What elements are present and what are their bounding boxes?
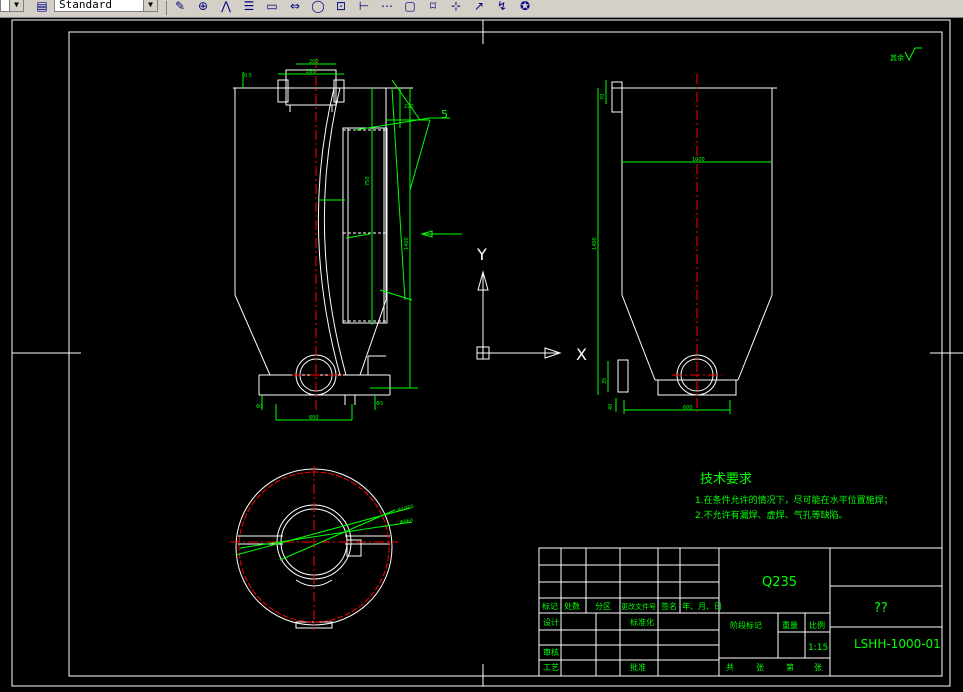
svg-text:40: 40 bbox=[608, 404, 614, 410]
hdr-count: 处数 bbox=[564, 601, 580, 611]
chevron-down-icon[interactable]: ▼ bbox=[9, 0, 23, 11]
tech-req-line1: 1.在条件允许的情况下，尽可能在水平位置施焊； bbox=[695, 494, 893, 506]
svg-text:750: 750 bbox=[365, 176, 371, 186]
title-block-scale: 1:15 bbox=[808, 643, 828, 653]
tolerance-icon[interactable]: ▢ bbox=[402, 0, 418, 14]
svg-text:600: 600 bbox=[683, 405, 693, 411]
label-sheets-total: 共 bbox=[726, 663, 734, 672]
roughness-symbol-icon bbox=[904, 47, 922, 62]
label-sheet-unit: 张 bbox=[814, 663, 822, 672]
hdr-zone: 分区 bbox=[595, 602, 611, 611]
text-style-value: Standard bbox=[59, 0, 112, 11]
label-standardize: 标准化 bbox=[630, 617, 654, 627]
roughness-note: 其余 bbox=[890, 53, 904, 62]
ucs-y-label: Y bbox=[476, 245, 487, 264]
svg-text:70: 70 bbox=[600, 94, 606, 100]
label-process: 工艺 bbox=[543, 663, 559, 672]
plan-view-centerlines bbox=[230, 466, 398, 630]
label-sheet-no: 第 bbox=[786, 662, 794, 672]
dimension-center-icon[interactable]: ◯ bbox=[310, 0, 326, 14]
dimension-aligned-icon[interactable]: ⊕ bbox=[195, 0, 211, 14]
note-5-label: 5 bbox=[441, 108, 448, 121]
dimension-edit-icon[interactable]: ⊹ bbox=[448, 0, 464, 14]
title-block-name: ?? bbox=[874, 601, 888, 616]
dimension-baseline-icon[interactable]: ▭ bbox=[264, 0, 280, 14]
svg-text:Φ1000: Φ1000 bbox=[397, 504, 415, 514]
tech-req-title: 技术要求 bbox=[700, 472, 752, 487]
plan-view-dim-texts: Φ1000 Φ960 bbox=[397, 504, 415, 526]
dimension-linear-icon[interactable]: ✎ bbox=[172, 0, 188, 14]
hdr-change-doc: 更改文件号 bbox=[621, 602, 656, 611]
text-style-icon[interactable]: ▤ bbox=[34, 0, 50, 14]
hdr-date: 年、月、日 bbox=[682, 601, 722, 611]
side-view-centerlines bbox=[672, 74, 722, 412]
drawing-frame bbox=[68, 31, 943, 677]
dimension-leader-icon[interactable]: ⋯ bbox=[379, 0, 395, 14]
label-weight: 重量 bbox=[782, 620, 798, 630]
label-stage-mark: 阶段标记 bbox=[730, 620, 762, 630]
svg-text:1000: 1000 bbox=[692, 157, 705, 163]
dimension-text-edit-icon[interactable]: ↗ bbox=[471, 0, 487, 14]
svg-text:35: 35 bbox=[602, 378, 608, 384]
center-mark-icon[interactable]: ⌑ bbox=[425, 0, 441, 14]
title-block-labels: 标记 处数 分区 更改文件号 签名 年、月、日 设计 标准化 阶段标记 重量 比… bbox=[542, 601, 825, 672]
dimension-update-icon[interactable]: ↯ bbox=[494, 0, 510, 14]
svg-text:220: 220 bbox=[404, 104, 414, 110]
svg-text:200: 200 bbox=[309, 59, 319, 65]
front-view-dimensions bbox=[242, 63, 462, 421]
svg-text:Φ960: Φ960 bbox=[399, 518, 413, 526]
svg-text:600: 600 bbox=[309, 415, 319, 421]
svg-text:0.5: 0.5 bbox=[244, 73, 252, 79]
drawing-svg: 5 200 280 220 750 1400 600 Φ3 Φ3 0.5 100… bbox=[11, 19, 963, 687]
hdr-mark: 标记 bbox=[542, 601, 558, 611]
dimstyle-combo[interactable]: ▼ bbox=[0, 0, 24, 12]
ucs-x-label: X bbox=[576, 345, 587, 364]
label-sheets-unit: 张 bbox=[756, 663, 764, 672]
title-block-drawing-no: LSHH-1000-01 bbox=[854, 637, 941, 651]
dimension-style-icon[interactable]: ✪ bbox=[517, 0, 533, 14]
dimension-ordinate-icon[interactable]: ⋀ bbox=[218, 0, 234, 14]
drawing-canvas[interactable]: 5 200 280 220 750 1400 600 Φ3 Φ3 0.5 100… bbox=[0, 18, 963, 692]
text-style-combo[interactable]: Standard ▼ bbox=[54, 0, 158, 12]
toolbar-separator bbox=[166, 1, 167, 15]
title-block-material: Q235 bbox=[762, 575, 797, 590]
dimension-quick-icon[interactable]: ⊢ bbox=[356, 0, 372, 14]
dimension-toolbar: ▼ ▤ Standard ▼ ✎ ⊕ ⋀ ☰ ▭ ⇔ ◯ ⊡ ⊢ ⋯ ▢ ⌑ ⊹ ↗ ↯ ✪ bbox=[0, 0, 963, 18]
svg-text:Φ3: Φ3 bbox=[376, 401, 383, 407]
label-design: 设计 bbox=[543, 617, 559, 627]
dimension-angular-icon[interactable]: ⊡ bbox=[333, 0, 349, 14]
hdr-signature: 签名 bbox=[661, 601, 677, 611]
label-approve: 批准 bbox=[630, 662, 646, 672]
tech-req-line2: 2.不允许有漏焊、虚焊、气孔等缺陷。 bbox=[695, 509, 848, 521]
ucs-icon bbox=[476, 270, 562, 360]
label-review: 审核 bbox=[543, 647, 559, 657]
svg-text:280: 280 bbox=[306, 69, 316, 75]
svg-text:Φ3: Φ3 bbox=[256, 404, 263, 410]
side-view bbox=[611, 81, 777, 396]
svg-text:1400: 1400 bbox=[404, 237, 410, 250]
chevron-down-icon[interactable]: ▼ bbox=[143, 0, 157, 11]
label-scale: 比例 bbox=[809, 620, 825, 630]
dimension-radius-icon[interactable]: ☰ bbox=[241, 0, 257, 14]
dimension-continue-icon[interactable]: ⇔ bbox=[287, 0, 303, 14]
svg-text:1400: 1400 bbox=[592, 237, 598, 250]
